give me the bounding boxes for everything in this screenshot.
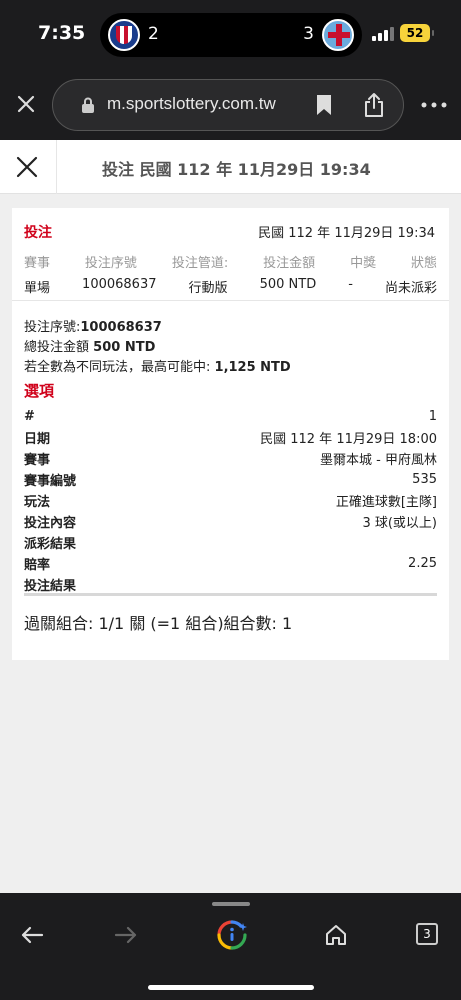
cellular-signal-icon <box>372 27 394 41</box>
detail-key: 日期 <box>24 432 51 447</box>
bet-summary-table: 賽事 投注序號 投注管道: 投注金額 中獎 狀態 單場 100068637 行動… <box>24 252 437 296</box>
page-header: 投注 民國 112 年 11月29日 19:34 <box>0 140 461 194</box>
forward-arrow-icon[interactable] <box>114 925 138 945</box>
summary-value: 500 NTD <box>259 277 317 292</box>
card-divider <box>12 300 449 301</box>
detail-row: 賽事 墨爾本城 - 甲府風林 <box>24 448 437 469</box>
max-payout-label: 若全數為不同玩法，最高可能中: <box>24 360 211 375</box>
summary-value: - <box>348 277 353 292</box>
options-title: 選項 <box>24 382 55 400</box>
url-text: m.sportslottery.com.tw <box>107 94 276 113</box>
summary-header: 狀態 <box>410 256 437 271</box>
detail-row: 投注結果 <box>24 574 437 595</box>
serial-value: 100068637 <box>80 320 162 335</box>
detail-row: 玩法 正確進球數[主隊] <box>24 490 437 511</box>
bet-label: 投注 <box>24 225 52 241</box>
home-icon[interactable] <box>324 923 348 947</box>
away-team-crest-icon <box>322 19 354 51</box>
summary-value: 尚未派彩 <box>384 281 437 296</box>
summary-header: 投注管道: <box>171 256 229 271</box>
summary-value-row: 單場 100068637 行動版 500 NTD - 尚未派彩 <box>24 277 437 296</box>
detail-key: 賽事 <box>24 453 51 468</box>
away-score: 3 <box>303 24 314 44</box>
total-label: 總投注金額 <box>24 340 90 355</box>
live-activity-score[interactable]: 2 3 <box>100 13 362 57</box>
home-indicator[interactable] <box>148 985 314 990</box>
detail-row: 投注內容 3 球(或以上) <box>24 511 437 532</box>
summary-header-row: 賽事 投注序號 投注管道: 投注金額 中獎 狀態 <box>24 252 437 271</box>
detail-row: 賽事編號 535 <box>24 469 437 490</box>
home-score: 2 <box>148 24 159 44</box>
detail-value: 535 <box>412 472 437 487</box>
detail-key: 投注結果 <box>24 579 77 594</box>
header-divider <box>56 140 57 194</box>
back-arrow-icon[interactable] <box>20 925 44 945</box>
battery-icon: 52 <box>400 24 434 42</box>
detail-key: 投注內容 <box>24 516 77 531</box>
detail-value: 3 球(或以上) <box>362 516 437 531</box>
share-icon[interactable] <box>363 92 385 118</box>
detail-value: 正確進球數[主隊] <box>335 495 437 510</box>
detail-key: 玩法 <box>24 495 51 510</box>
summary-header: 投注金額 <box>263 256 316 271</box>
serial-line: 投注序號:100068637 <box>24 318 291 338</box>
detail-key: 派彩結果 <box>24 537 77 552</box>
bet-info: 投注序號:100068637 總投注金額 500 NTD 若全數為不同玩法，最高… <box>24 318 291 378</box>
browser-toolbar: m.sportslottery.com.tw <box>0 70 461 140</box>
detail-divider <box>24 593 437 596</box>
detail-key: 賽事編號 <box>24 474 77 489</box>
detail-row: 賠率 2.25 <box>24 553 437 574</box>
google-lens-icon[interactable] <box>216 919 248 951</box>
bet-datetime: 民國 112 年 11月29日 19:34 <box>258 226 435 241</box>
summary-header: 投注序號 <box>84 256 137 271</box>
selection-details: #1 日期 民國 112 年 11月29日 18:00 賽事 墨爾本城 - 甲府風林… <box>24 406 437 595</box>
bookmark-icon[interactable] <box>315 94 333 116</box>
more-icon[interactable] <box>420 98 448 112</box>
summary-header: 賽事 <box>24 256 51 271</box>
address-bar[interactable]: m.sportslottery.com.tw <box>52 79 404 131</box>
summary-value: 行動版 <box>188 281 228 296</box>
serial-label: 投注序號: <box>24 320 81 335</box>
detail-value: 2.25 <box>408 556 437 571</box>
detail-value: 民國 112 年 11月29日 18:00 <box>260 432 437 447</box>
combo-summary: 過關組合: 1/1 關 (=1 組合)組合數: 1 <box>24 614 293 633</box>
status-time: 7:35 <box>38 22 86 44</box>
summary-value: 100068637 <box>82 277 157 292</box>
home-team-crest-icon <box>108 19 140 51</box>
total-value: 500 NTD <box>93 340 156 355</box>
detail-row: 日期 民國 112 年 11月29日 18:00 <box>24 427 437 448</box>
status-bar: 7:35 2 3 52 <box>0 0 461 70</box>
summary-header: 中獎 <box>350 256 377 271</box>
tab-switcher-button[interactable]: 3 <box>416 923 438 945</box>
bet-slip-card: 投注 民國 112 年 11月29日 19:34 賽事 投注序號 投注管道: 投… <box>12 208 449 660</box>
drag-handle[interactable] <box>212 902 250 906</box>
detail-value: 墨爾本城 - 甲府風林 <box>320 453 437 468</box>
detail-row: 派彩結果 <box>24 532 437 553</box>
total-line: 總投注金額 500 NTD <box>24 338 291 358</box>
detail-key: # <box>24 409 35 424</box>
max-payout-line: 若全數為不同玩法，最高可能中: 1,125 NTD <box>24 358 291 378</box>
max-payout-value: 1,125 NTD <box>214 360 291 375</box>
close-icon[interactable] <box>14 92 38 116</box>
summary-value: 單場 <box>24 281 51 296</box>
detail-key: 賠率 <box>24 558 51 573</box>
browser-bottom-bar: 3 <box>0 893 461 1000</box>
page-title: 投注 民國 112 年 11月29日 19:34 <box>102 160 371 179</box>
detail-row: #1 <box>24 406 437 427</box>
close-icon[interactable] <box>16 156 38 178</box>
lock-icon <box>82 97 94 113</box>
detail-value: 1 <box>428 409 437 424</box>
